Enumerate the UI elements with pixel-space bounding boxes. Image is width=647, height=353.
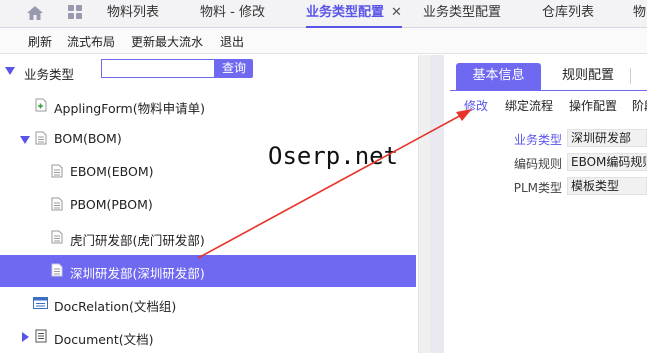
- tree-item-label: 深圳研发部(深圳研发部): [70, 266, 205, 281]
- tree-item-document[interactable]: Document(文档): [0, 321, 416, 353]
- tree-item-pbom[interactable]: PBOM(PBOM): [0, 189, 416, 221]
- query-button[interactable]: 查询: [215, 59, 253, 78]
- watermark-text: Oserp.net: [268, 142, 399, 170]
- home-icon[interactable]: [25, 4, 45, 22]
- tab-label: 物料列表: [107, 5, 160, 20]
- doc-icon: [35, 329, 47, 343]
- tree-item-label: BOM(BOM): [54, 131, 122, 146]
- tab-overflow[interactable]: 物: [633, 0, 646, 28]
- window-icon: [33, 297, 48, 309]
- operation-config-button[interactable]: 操作配置: [569, 97, 617, 114]
- panel-splitter[interactable]: [430, 55, 444, 353]
- tab-material-list[interactable]: 物料列表: [107, 0, 159, 28]
- refresh-button[interactable]: 刷新: [28, 33, 52, 50]
- doc-icon: [51, 263, 63, 277]
- tab-material-edit[interactable]: 物料 - 修改: [200, 0, 265, 28]
- tree-item-shenzhen-rd-selected[interactable]: 深圳研发部(深圳研发部): [0, 255, 416, 287]
- tree-search-input[interactable]: [101, 59, 215, 78]
- tree-item-docrelation[interactable]: DocRelation(文档组): [0, 288, 416, 320]
- tab-label: 业务类型配置: [423, 5, 502, 20]
- update-max-flow-button[interactable]: 更新最大流水: [131, 33, 203, 50]
- doc-add-icon: [35, 98, 47, 112]
- tree-item-humen-rd[interactable]: 虎门研发部(虎门研发部): [0, 222, 416, 254]
- tree-root-label: 业务类型: [24, 67, 75, 82]
- exit-button[interactable]: 退出: [220, 33, 244, 50]
- business-type-field[interactable]: 深圳研发部: [567, 129, 647, 147]
- tree-item-label: 虎门研发部(虎门研发部): [70, 233, 205, 248]
- tab-underline: [450, 90, 647, 91]
- tab-basic-info[interactable]: 基本信息: [456, 63, 541, 91]
- tab-bar: 物料列表 物料 - 修改 业务类型配置 ✕ 业务类型配置 仓库列表 物: [0, 0, 647, 28]
- code-rule-label: 编码规则: [513, 157, 562, 171]
- doc-icon: [51, 197, 63, 211]
- tree-scrollbar[interactable]: [418, 55, 430, 353]
- tab-label: 物料 - 修改: [200, 5, 265, 20]
- tree-item-label: ApplingForm(物料申请单): [54, 101, 205, 116]
- caret-right-icon[interactable]: [22, 332, 29, 342]
- edit-button[interactable]: 修改: [464, 97, 488, 114]
- plm-type-field[interactable]: 模板类型: [567, 177, 647, 195]
- toolbar: 刷新 流式布局 更新最大流水 退出: [0, 28, 647, 54]
- stage-button[interactable]: 阶段: [632, 97, 647, 114]
- grid-apps-icon[interactable]: [65, 4, 85, 22]
- doc-icon: [35, 131, 47, 145]
- tree-item-label: Document(文档): [54, 332, 154, 347]
- close-icon[interactable]: ✕: [391, 5, 402, 20]
- tab-separator: [630, 68, 631, 84]
- tab-label: 业务类型配置: [306, 5, 385, 20]
- business-type-label: 业务类型: [513, 133, 562, 147]
- flow-layout-button[interactable]: 流式布局: [67, 33, 115, 50]
- tab-warehouse-list[interactable]: 仓库列表: [542, 0, 594, 28]
- tab-business-type-config-active[interactable]: 业务类型配置 ✕: [306, 0, 402, 28]
- tree-item-label: DocRelation(文档组): [54, 299, 177, 314]
- tree-item-applingform[interactable]: ApplingForm(物料申请单): [0, 90, 416, 122]
- doc-icon: [51, 230, 63, 244]
- tab-rule-config[interactable]: 规则配置: [562, 63, 614, 91]
- tab-label: 仓库列表: [542, 5, 595, 20]
- tab-business-type-config[interactable]: 业务类型配置: [423, 0, 501, 28]
- tree-item-label: EBOM(EBOM): [70, 164, 154, 179]
- bind-flow-button[interactable]: 绑定流程: [505, 97, 553, 114]
- tree-item-label: PBOM(PBOM): [70, 197, 153, 212]
- doc-icon: [51, 164, 63, 178]
- caret-down-icon[interactable]: [20, 136, 30, 144]
- caret-down-icon[interactable]: [5, 67, 15, 75]
- tab-label: 物: [633, 5, 647, 20]
- plm-type-label: PLM类型: [513, 181, 562, 195]
- code-rule-field[interactable]: EBOM编码规则: [567, 153, 647, 171]
